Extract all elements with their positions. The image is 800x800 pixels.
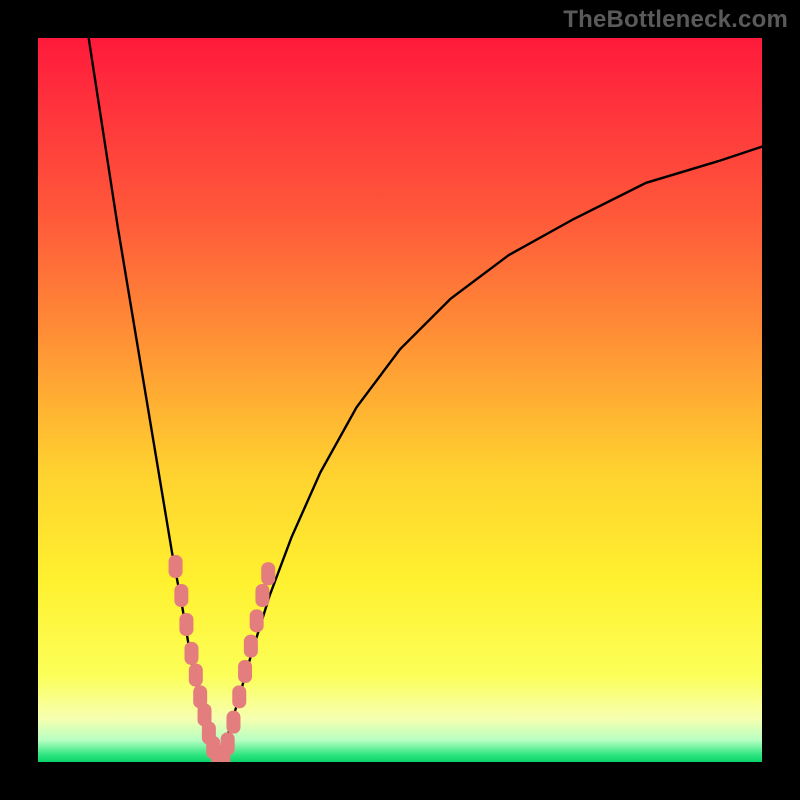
marker: [185, 642, 198, 664]
marker: [175, 584, 188, 606]
marker: [250, 610, 263, 632]
chart-svg: [38, 38, 762, 762]
marker: [227, 711, 240, 733]
marker: [233, 686, 246, 708]
curve-path: [220, 147, 762, 759]
marker: [244, 635, 257, 657]
marker: [239, 661, 252, 683]
watermark-text: TheBottleneck.com: [563, 6, 788, 34]
plot-area: [38, 38, 762, 762]
marker: [256, 584, 269, 606]
marker: [262, 563, 275, 585]
marker: [189, 664, 202, 686]
marker: [169, 556, 182, 578]
chart-frame: TheBottleneck.com: [0, 0, 800, 800]
scatter-markers: [169, 556, 275, 762]
marker: [180, 613, 193, 635]
marker: [221, 733, 234, 755]
curve-right: [220, 147, 762, 759]
